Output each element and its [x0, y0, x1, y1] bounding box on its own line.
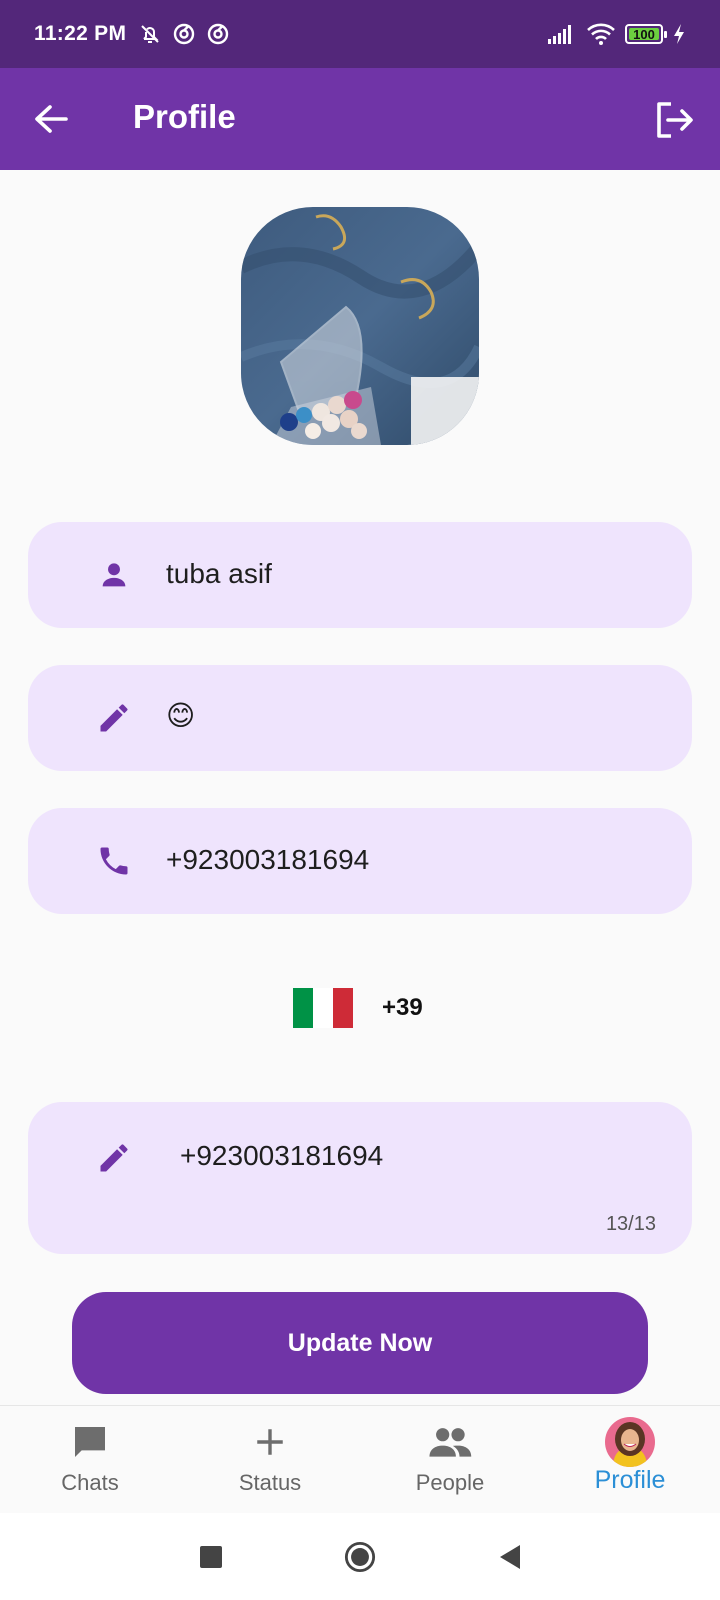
plus-icon	[253, 1420, 287, 1464]
nav-item-people[interactable]: People	[360, 1406, 540, 1513]
logout-icon	[657, 102, 693, 138]
chat-icon	[70, 1420, 110, 1464]
arrow-left-icon	[35, 105, 68, 133]
nav-label-status: Status	[238, 1470, 302, 1495]
nav-label-people: People	[415, 1470, 485, 1495]
page-title: Profile	[133, 98, 236, 135]
profile-picture[interactable]	[241, 207, 479, 445]
profile-photo-image	[241, 207, 479, 445]
status-time: 11:22 PM	[34, 22, 127, 45]
people-icon	[428, 1420, 472, 1464]
battery-indicator: 100	[625, 24, 667, 44]
nav-item-chats[interactable]: Chats	[0, 1406, 180, 1513]
wifi-icon	[587, 23, 615, 45]
pencil-icon	[94, 1138, 134, 1178]
country-code-picker[interactable]: +39	[293, 988, 423, 1028]
sync-icon	[174, 23, 195, 45]
bottom-navigation: Chats Status People Profile	[0, 1405, 720, 1513]
system-back-button[interactable]	[494, 1541, 526, 1573]
dial-code: +39	[382, 994, 423, 1021]
phone-value: +923003181694	[166, 844, 370, 875]
recents-button[interactable]	[195, 1541, 227, 1573]
circle-icon	[344, 1541, 376, 1573]
about-field[interactable]: 😊	[28, 665, 692, 771]
triangle-back-icon	[500, 1545, 520, 1569]
status-bar: 11:22 PM 100	[0, 0, 720, 68]
sync-icon	[208, 23, 229, 45]
home-button[interactable]	[344, 1541, 376, 1573]
phone-icon	[94, 841, 134, 881]
nav-label-profile: Profile	[594, 1466, 666, 1494]
character-counter: 13/13	[605, 1213, 656, 1235]
update-now-button[interactable]: Update Now	[72, 1292, 648, 1394]
phone-field[interactable]: +923003181694	[28, 808, 692, 914]
logout-button[interactable]	[652, 98, 696, 142]
signal-icon	[548, 25, 571, 44]
about-value: 😊	[166, 700, 196, 731]
square-icon	[200, 1546, 222, 1568]
bell-off-icon	[141, 25, 160, 43]
nav-item-status[interactable]: Status	[180, 1406, 360, 1513]
nav-label-chats: Chats	[61, 1470, 119, 1495]
name-field[interactable]: tuba asif	[28, 522, 692, 628]
pencil-icon	[94, 698, 134, 738]
phone-edit-value: +923003181694	[180, 1140, 384, 1171]
italy-flag-icon	[293, 988, 353, 1028]
phone-edit-field[interactable]: +923003181694 13/13	[28, 1102, 692, 1254]
person-icon	[94, 555, 134, 595]
back-button[interactable]	[30, 98, 72, 140]
profile-avatar	[605, 1417, 655, 1467]
name-value: tuba asif	[166, 558, 272, 589]
app-bar: Profile	[0, 68, 720, 170]
system-navigation-bar	[0, 1513, 720, 1600]
charging-icon	[674, 24, 684, 44]
nav-item-profile[interactable]: Profile	[540, 1406, 720, 1513]
